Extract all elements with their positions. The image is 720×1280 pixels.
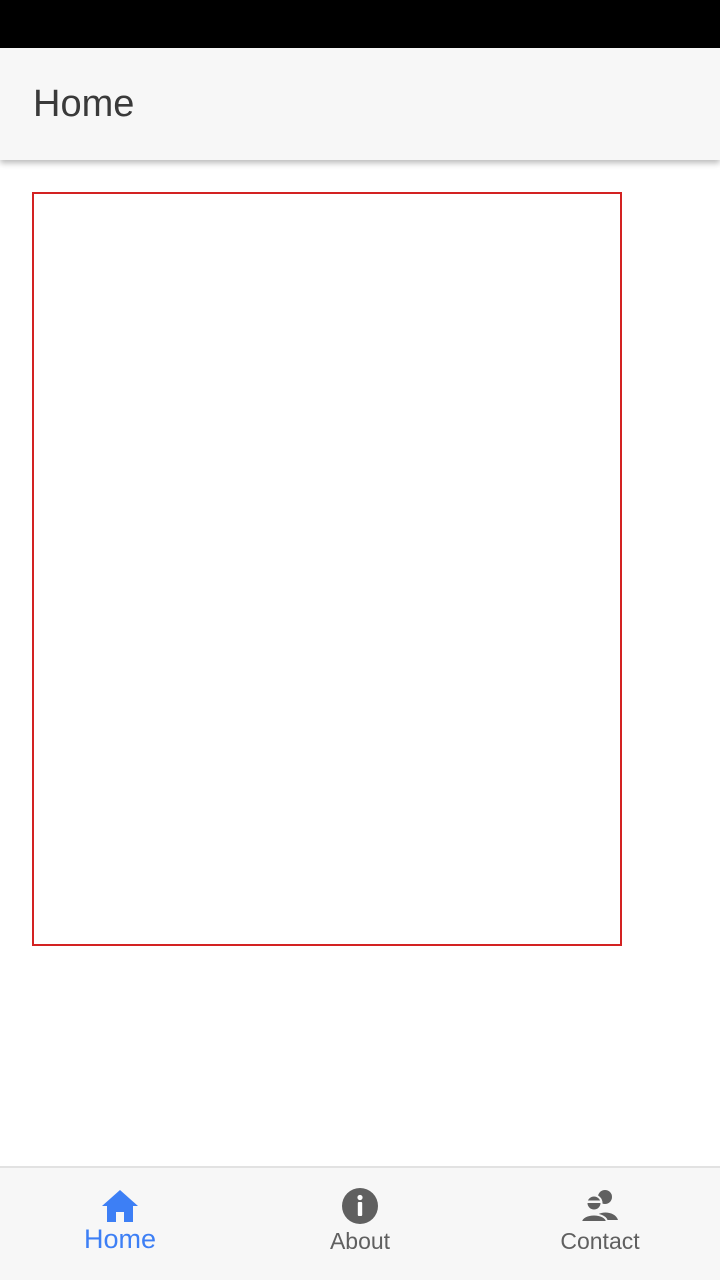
nav-item-home[interactable]: Home bbox=[0, 1168, 240, 1280]
app-bar: Home bbox=[0, 48, 720, 160]
nav-item-about[interactable]: About bbox=[240, 1168, 480, 1280]
nav-label-home: Home bbox=[83, 1224, 157, 1254]
nav-item-contact[interactable]: Contact bbox=[480, 1168, 720, 1280]
nav-label-about: About bbox=[329, 1228, 391, 1254]
info-icon bbox=[342, 1188, 378, 1224]
home-icon bbox=[102, 1190, 138, 1222]
page-title: Home bbox=[33, 83, 135, 125]
nav-label-contact: Contact bbox=[560, 1228, 640, 1254]
bottom-navigation: Home About Contact bbox=[0, 1166, 720, 1280]
status-bar bbox=[0, 0, 720, 48]
content-frame bbox=[32, 192, 622, 946]
contacts-icon bbox=[580, 1190, 618, 1223]
